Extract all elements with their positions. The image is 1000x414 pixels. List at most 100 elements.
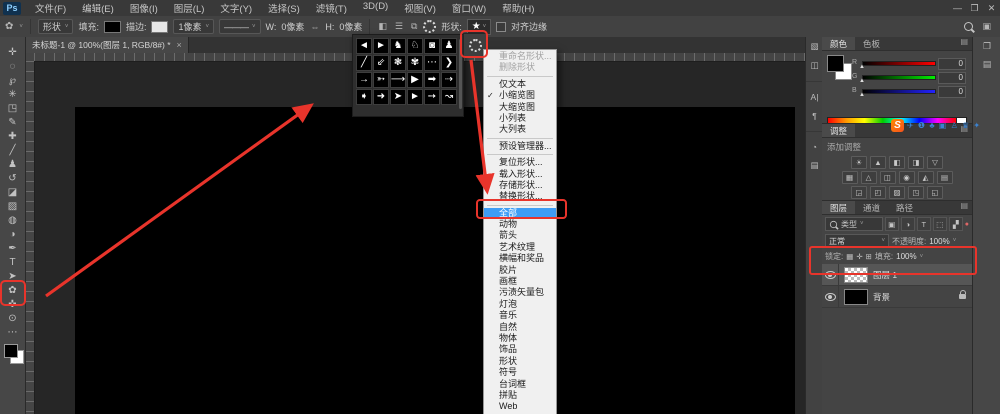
tool-marquee-tool[interactable]: ◌ <box>0 59 25 73</box>
gear-menu-item[interactable]: 音乐 <box>484 310 556 321</box>
gear-menu-item[interactable]: 污渍矢量包 <box>484 287 556 298</box>
slider-thumb-icon[interactable]: ▲ <box>859 64 865 70</box>
tool-hand-tool[interactable]: ✜ <box>0 297 25 311</box>
tool-mode-select[interactable]: 形状 ˅ <box>38 19 74 34</box>
gear-menu-item[interactable]: 动物 <box>484 219 556 230</box>
adjustment-icon[interactable]: ◉ <box>899 171 915 184</box>
layer-filter-icon[interactable]: T <box>917 217 931 231</box>
gear-menu-item[interactable]: Web <box>484 401 556 412</box>
collapsed-panel-icon[interactable]: ❐ <box>973 37 1000 55</box>
height-field[interactable]: 0像素 <box>339 20 362 33</box>
shape-thumbnail[interactable]: ► <box>407 89 423 105</box>
slider-value-field[interactable]: 0 <box>938 58 966 70</box>
collapsed-panel-icon[interactable]: ¶ <box>806 106 823 125</box>
tool-dodge-tool[interactable]: ◑ <box>0 227 25 241</box>
gear-menu-item[interactable]: 大列表 <box>484 124 556 135</box>
gear-menu-item[interactable]: 存储形状... <box>484 180 556 191</box>
path-op-icon[interactable]: ☰ <box>394 21 404 32</box>
blend-mode-select[interactable]: 正常 ˅ <box>825 234 889 248</box>
menu-item[interactable]: 文字(Y) <box>212 1 260 15</box>
gear-menu-item[interactable]: 箭头 <box>484 230 556 241</box>
visibility-toggle[interactable] <box>822 264 839 285</box>
slider-value-field[interactable]: 0 <box>938 72 966 84</box>
shape-thumbnail[interactable]: ♘ <box>407 38 423 54</box>
tool-custom-shape-tool[interactable]: ✿ <box>0 283 25 297</box>
menu-item[interactable]: 图像(I) <box>122 1 166 15</box>
gear-menu-item[interactable]: 画框 <box>484 276 556 287</box>
gear-menu-item[interactable]: 横幅和奖品 <box>484 253 556 264</box>
adjustment-icon[interactable]: ◲ <box>851 186 867 199</box>
tool-quick-selection-tool[interactable]: ✳ <box>0 87 25 101</box>
opacity-value[interactable]: 100% <box>929 237 949 246</box>
lock-icon[interactable]: ✛ <box>856 252 862 261</box>
panel-menu-icon[interactable]: ▤ <box>960 37 972 50</box>
adjustment-icon[interactable]: ◱ <box>927 186 943 199</box>
panel-menu-icon[interactable]: ▤ <box>960 201 972 214</box>
menu-item[interactable]: 视图(V) <box>396 1 444 15</box>
collapsed-panel-icon[interactable]: ▧ <box>806 37 823 56</box>
gear-menu-item[interactable]: 载入形状... <box>484 169 556 180</box>
slider-thumb-icon[interactable]: ▲ <box>859 92 865 98</box>
fill-swatch[interactable] <box>104 21 121 33</box>
minimize-icon[interactable]: — <box>949 3 966 13</box>
tool-healing-brush-tool[interactable]: ✚ <box>0 129 25 143</box>
tool-zoom-tool[interactable]: ⊙ <box>0 311 25 325</box>
collapsed-panel-icon[interactable]: ▤ <box>806 156 823 175</box>
slider-track[interactable] <box>862 75 936 80</box>
gear-menu-item[interactable]: 台词框 <box>484 379 556 390</box>
adjustment-icon[interactable]: ◨ <box>908 156 924 169</box>
close-icon[interactable]: ✕ <box>983 3 1000 14</box>
gear-menu-item[interactable]: 艺术纹理 <box>484 242 556 253</box>
stroke-width-field[interactable]: 1像素 ˅ <box>173 19 214 34</box>
gear-menu-item[interactable]: 饰品 <box>484 344 556 355</box>
adjustment-icon[interactable]: ▤ <box>937 171 953 184</box>
workspace-icon[interactable]: ▣ <box>981 21 992 32</box>
shape-thumbnail[interactable]: ⇢ <box>441 72 457 88</box>
lock-icon[interactable]: ▦ <box>846 252 853 261</box>
slider-value-field[interactable]: 0 <box>938 86 966 98</box>
align-edges-checkbox[interactable] <box>496 22 506 32</box>
gear-menu-item[interactable]: ✓小缩览图 <box>484 90 556 101</box>
slider-track[interactable] <box>862 61 936 66</box>
tab-color[interactable]: 颜色 <box>822 37 855 50</box>
adjustment-icon[interactable]: ◰ <box>870 186 886 199</box>
tab-paths[interactable]: 路径 <box>888 201 921 214</box>
path-op-icon[interactable]: ⧉ <box>410 21 418 32</box>
canvas[interactable] <box>75 107 795 414</box>
shape-thumbnail[interactable]: ✾ <box>407 55 423 71</box>
close-tab-icon[interactable]: × <box>177 40 182 50</box>
tool-move-tool[interactable]: ✛ <box>0 45 25 59</box>
tool-lasso-tool[interactable]: ℘ <box>0 73 25 87</box>
tool-pen-tool[interactable]: ✒ <box>0 241 25 255</box>
tool-preset-icon[interactable]: ✿ <box>4 21 14 32</box>
layer-thumbnail[interactable] <box>844 289 868 305</box>
shape-thumbnail[interactable]: ♞ <box>390 38 406 54</box>
gear-menu-item[interactable]: 符号 <box>484 367 556 378</box>
layer-filter-icon[interactable]: ⬚ <box>933 217 947 231</box>
collapsed-panel-icon[interactable]: ◔ <box>806 137 823 156</box>
shape-thumbnail[interactable]: ⋯ <box>424 55 440 71</box>
foreground-color-swatch[interactable] <box>4 344 18 358</box>
shape-thumbnail[interactable]: ❃ <box>390 55 406 71</box>
gear-menu-item[interactable]: 替换形状... <box>484 191 556 202</box>
shape-thumbnail[interactable]: ╱ <box>356 55 372 71</box>
shape-thumbnail[interactable]: ➙ <box>424 89 440 105</box>
menu-item[interactable]: 编辑(E) <box>74 1 122 15</box>
menu-item[interactable]: 滤镜(T) <box>308 1 355 15</box>
scrollbar[interactable] <box>459 39 462 109</box>
adjustment-icon[interactable]: ◭ <box>918 171 934 184</box>
gear-menu-item[interactable]: 物体 <box>484 333 556 344</box>
shape-thumbnail[interactable]: ➧ <box>356 89 372 105</box>
width-field[interactable]: 0像素 <box>281 20 304 33</box>
gear-menu-item[interactable]: 小列表 <box>484 113 556 124</box>
fill-value[interactable]: 100% <box>896 252 916 261</box>
adjustment-icon[interactable]: ▨ <box>889 186 905 199</box>
stroke-swatch[interactable] <box>151 21 168 33</box>
menu-item[interactable]: 3D(D) <box>355 1 396 15</box>
tab-layers[interactable]: 图层 <box>822 201 855 214</box>
tab-channels[interactable]: 通道 <box>855 201 888 214</box>
adjustment-icon[interactable]: ◳ <box>908 186 924 199</box>
menu-item[interactable]: 窗口(W) <box>444 1 494 15</box>
tool-eraser-tool[interactable]: ◪ <box>0 185 25 199</box>
layer-thumbnail[interactable] <box>844 267 868 283</box>
